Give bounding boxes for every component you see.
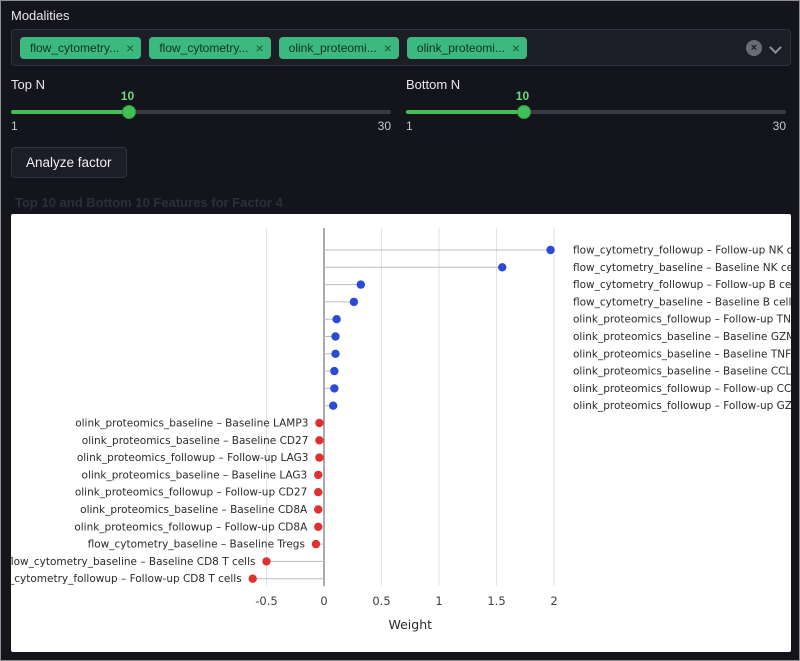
bottom-n-slider[interactable]: 10 1 30	[406, 89, 786, 137]
data-point	[312, 540, 320, 548]
data-point	[314, 505, 322, 513]
bottom-n-slider-thumb[interactable]	[517, 105, 531, 119]
point-label: flow_cytometry_baseline – Baseline NK ce…	[573, 262, 791, 274]
x-tick-label: 0.5	[372, 594, 390, 608]
point-label: olink_proteomics_baseline – Baseline TNF…	[573, 348, 791, 360]
point-label: olink_proteomics_baseline – Baseline LAM…	[75, 418, 308, 430]
point-label: flow_cytometry_followup – Follow-up B ce…	[573, 279, 791, 291]
point-label: olink_proteomics_followup – Follow-up GZ…	[573, 400, 791, 412]
remove-tag-icon[interactable]: ×	[126, 41, 134, 55]
clear-all-icon[interactable]: ×	[746, 40, 762, 56]
chevron-down-icon[interactable]	[769, 41, 782, 54]
bottom-n-value: 10	[516, 89, 529, 103]
app-window: Modalities flow_cytometry... × flow_cyto…	[0, 0, 800, 661]
data-point	[314, 471, 322, 479]
modality-tag-label: olink_proteomi...	[289, 41, 377, 55]
top-n-slider[interactable]: 10 1 30	[11, 89, 391, 137]
data-point	[546, 246, 554, 254]
top-n-max-label: 30	[378, 119, 391, 133]
top-n-slider-fill	[11, 110, 129, 114]
data-point	[350, 298, 358, 306]
remove-tag-icon[interactable]: ×	[384, 41, 392, 55]
bottom-n-slider-fill	[406, 110, 524, 114]
modality-tag-label: flow_cytometry...	[159, 41, 248, 55]
point-label: olink_proteomics_baseline – Baseline CCL…	[573, 366, 791, 378]
data-point	[330, 367, 338, 375]
point-label: flow_cytometry_baseline – Baseline CD8 T…	[11, 556, 256, 568]
point-label: olink_proteomics_baseline – Baseline CD8…	[80, 504, 308, 516]
data-point	[249, 575, 257, 583]
x-tick-label: 1.5	[487, 594, 505, 608]
modality-tag[interactable]: olink_proteomi... ×	[407, 37, 527, 59]
data-point	[314, 488, 322, 496]
remove-tag-icon[interactable]: ×	[255, 41, 263, 55]
data-point	[314, 523, 322, 531]
top-n-slider-rail[interactable]	[11, 110, 391, 114]
point-label: flow_cytometry_followup – Follow-up CD8 …	[11, 573, 242, 585]
bottom-n-slider-rail[interactable]	[406, 110, 786, 114]
x-tick-label: -0.5	[255, 594, 277, 608]
bottom-n-max-label: 30	[773, 119, 786, 133]
factor-weight-chart: -0.5 0 0.5 1 1.5 2 flow_cytometry_followup – F…	[11, 214, 791, 652]
top-n-slider-thumb[interactable]	[122, 105, 136, 119]
data-point	[331, 332, 339, 340]
point-label: olink_proteomics_followup – Follow-up TN…	[573, 314, 791, 326]
chart-title: Top 10 and Bottom 10 Features for Factor…	[15, 195, 283, 210]
modality-tag[interactable]: flow_cytometry... ×	[20, 37, 141, 59]
modality-tag[interactable]: olink_proteomi... ×	[279, 37, 399, 59]
point-label: olink_proteomics_followup – Follow-up CD…	[75, 487, 307, 499]
data-point	[498, 263, 506, 271]
point-label: olink_proteomics_followup – Follow-up CD…	[74, 521, 308, 533]
data-point	[315, 453, 323, 461]
point-label: olink_proteomics_baseline – Baseline LAG…	[82, 469, 308, 481]
x-tick-label: 0	[320, 594, 327, 608]
modalities-label: Modalities	[11, 8, 70, 23]
data-point	[315, 436, 323, 444]
analyze-factor-button[interactable]: Analyze factor	[11, 147, 127, 178]
remove-tag-icon[interactable]: ×	[512, 41, 520, 55]
x-axis-label: Weight	[388, 617, 432, 632]
data-point	[330, 384, 338, 392]
data-point	[332, 315, 340, 323]
data-point	[315, 419, 323, 427]
chart-card: -0.5 0 0.5 1 1.5 2 flow_cytometry_followup – F…	[11, 214, 791, 652]
x-tick-label: 2	[550, 594, 557, 608]
modality-tag[interactable]: flow_cytometry... ×	[149, 37, 270, 59]
modality-tag-label: flow_cytometry...	[30, 41, 119, 55]
point-label: flow_cytometry_baseline – Baseline B cel…	[573, 296, 791, 308]
x-tick-label: 1	[435, 594, 442, 608]
data-point	[331, 350, 339, 358]
top-n-min-label: 1	[11, 119, 18, 133]
point-label: olink_proteomics_baseline – Baseline GZM…	[573, 331, 791, 343]
point-label: flow_cytometry_baseline – Baseline Tregs	[88, 539, 305, 551]
modalities-multiselect[interactable]: flow_cytometry... × flow_cytometry... × …	[11, 29, 791, 66]
data-point	[329, 402, 337, 410]
top-n-value: 10	[121, 89, 134, 103]
point-label: olink_proteomics_followup – Follow-up LA…	[77, 452, 309, 464]
point-label: flow_cytometry_followup – Follow-up NK c…	[573, 245, 791, 257]
data-point	[262, 557, 270, 565]
bottom-n-min-label: 1	[406, 119, 413, 133]
point-label: olink_proteomics_baseline – Baseline CD2…	[82, 435, 309, 447]
data-point	[357, 280, 365, 288]
modality-tag-label: olink_proteomi...	[417, 41, 505, 55]
point-label: olink_proteomics_followup – Follow-up CC…	[573, 383, 791, 395]
